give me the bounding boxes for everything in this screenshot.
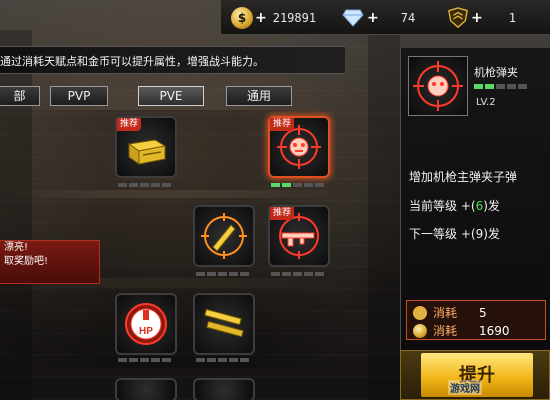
rank-value: 1 [508,11,516,25]
recommend-badge: 推荐 [270,118,295,131]
skill-ammo-clips[interactable] [193,293,255,355]
tab-all[interactable]: 部 [0,86,40,106]
stat-suffix: )发 [483,227,500,241]
tab-label: 部 [13,89,26,103]
diamond-icon [341,7,365,29]
watermark: 游戏网 [448,380,482,395]
skill-machine-gun-magazine[interactable]: 推荐 [268,116,330,178]
talent-point-icon [413,305,427,320]
coin-icon [413,323,427,338]
hp-heart-icon: HP [125,303,167,345]
tab-pve[interactable]: PVE [138,86,204,106]
notice-line-2: 取奖励吧! [4,256,49,267]
detail-skill-name: 机枪弹夹 [474,66,518,79]
tab-general[interactable]: 通用 [226,86,292,106]
talent-cost-value: 5 [479,305,487,320]
skill-rifle[interactable]: 推荐 [268,205,330,267]
knife-crosshair-icon [201,213,247,259]
crosshair-target-icon [413,61,463,111]
gold-cost-value: 1690 [479,323,510,338]
tab-label: PVP [67,89,91,103]
gold-cost: 消耗 1690 [413,322,510,339]
resource-bar: $ + 219891 + 74 + 1 [220,0,550,35]
skill-ammo-crate[interactable]: 推荐 [115,116,177,178]
skill-knife[interactable] [193,205,255,267]
stat-prefix: 下一等级 +( [409,227,476,241]
info-text: 通过消耗天赋点和金币可以提升属性，增强战斗能力。 [0,55,264,68]
coin-icon: $ [231,7,253,29]
info-strip: 通过消耗天赋点和金币可以提升属性，增强战斗能力。 [0,46,345,74]
notice-line-1: 漂亮! [4,242,29,253]
skill-hp-boost[interactable]: HP [115,293,177,355]
skill-level-bar [271,183,324,187]
next-level-stat: 下一等级 +(9)发 [409,225,500,242]
coin-value: 219891 [272,11,317,25]
skill-level-bar [196,358,249,362]
stat-prefix: 当前等级 +( [409,199,476,213]
skill-level-bar [118,183,171,187]
diamond-value: 74 [400,11,416,25]
tab-label: PVE [159,89,183,103]
recommend-badge: 推荐 [117,118,142,131]
skill-level-bar [196,272,249,276]
cost-label: 消耗 [433,306,458,320]
rank-counter[interactable]: + 1 [447,6,516,30]
coin-counter[interactable]: $ + 219891 [231,6,316,30]
upgrade-cost-box: 消耗 5 消耗 1690 [406,300,546,340]
ammo-clips-icon [204,308,244,338]
talent-cost: 消耗 5 [413,304,487,321]
recommend-badge: 推荐 [270,207,295,220]
detail-level-label: LV.2 [476,97,496,108]
stat-suffix: )发 [483,199,500,213]
detail-skill-icon [408,56,468,116]
skill-partial[interactable] [193,378,255,400]
svg-text:HP: HP [139,326,153,337]
add-rank-button[interactable]: + [471,10,483,26]
skill-level-bar [118,358,171,362]
skill-partial[interactable] [115,378,177,400]
detail-description: 增加机枪主弹夹子弹 [409,170,518,184]
tab-pvp[interactable]: PVP [50,86,108,106]
rank-emblem-icon [447,7,469,29]
add-diamonds-button[interactable]: + [367,10,379,26]
add-coins-button[interactable]: + [255,10,267,26]
tab-label: 通用 [246,89,271,103]
skill-level-bar [271,272,324,276]
diamond-counter[interactable]: + 74 [341,6,415,30]
current-level-stat: 当前等级 +(6)发 [409,197,500,214]
cost-label: 消耗 [433,324,458,338]
reward-notice[interactable]: 漂亮! 取奖励吧! [0,240,100,284]
detail-level-bar [474,84,527,89]
